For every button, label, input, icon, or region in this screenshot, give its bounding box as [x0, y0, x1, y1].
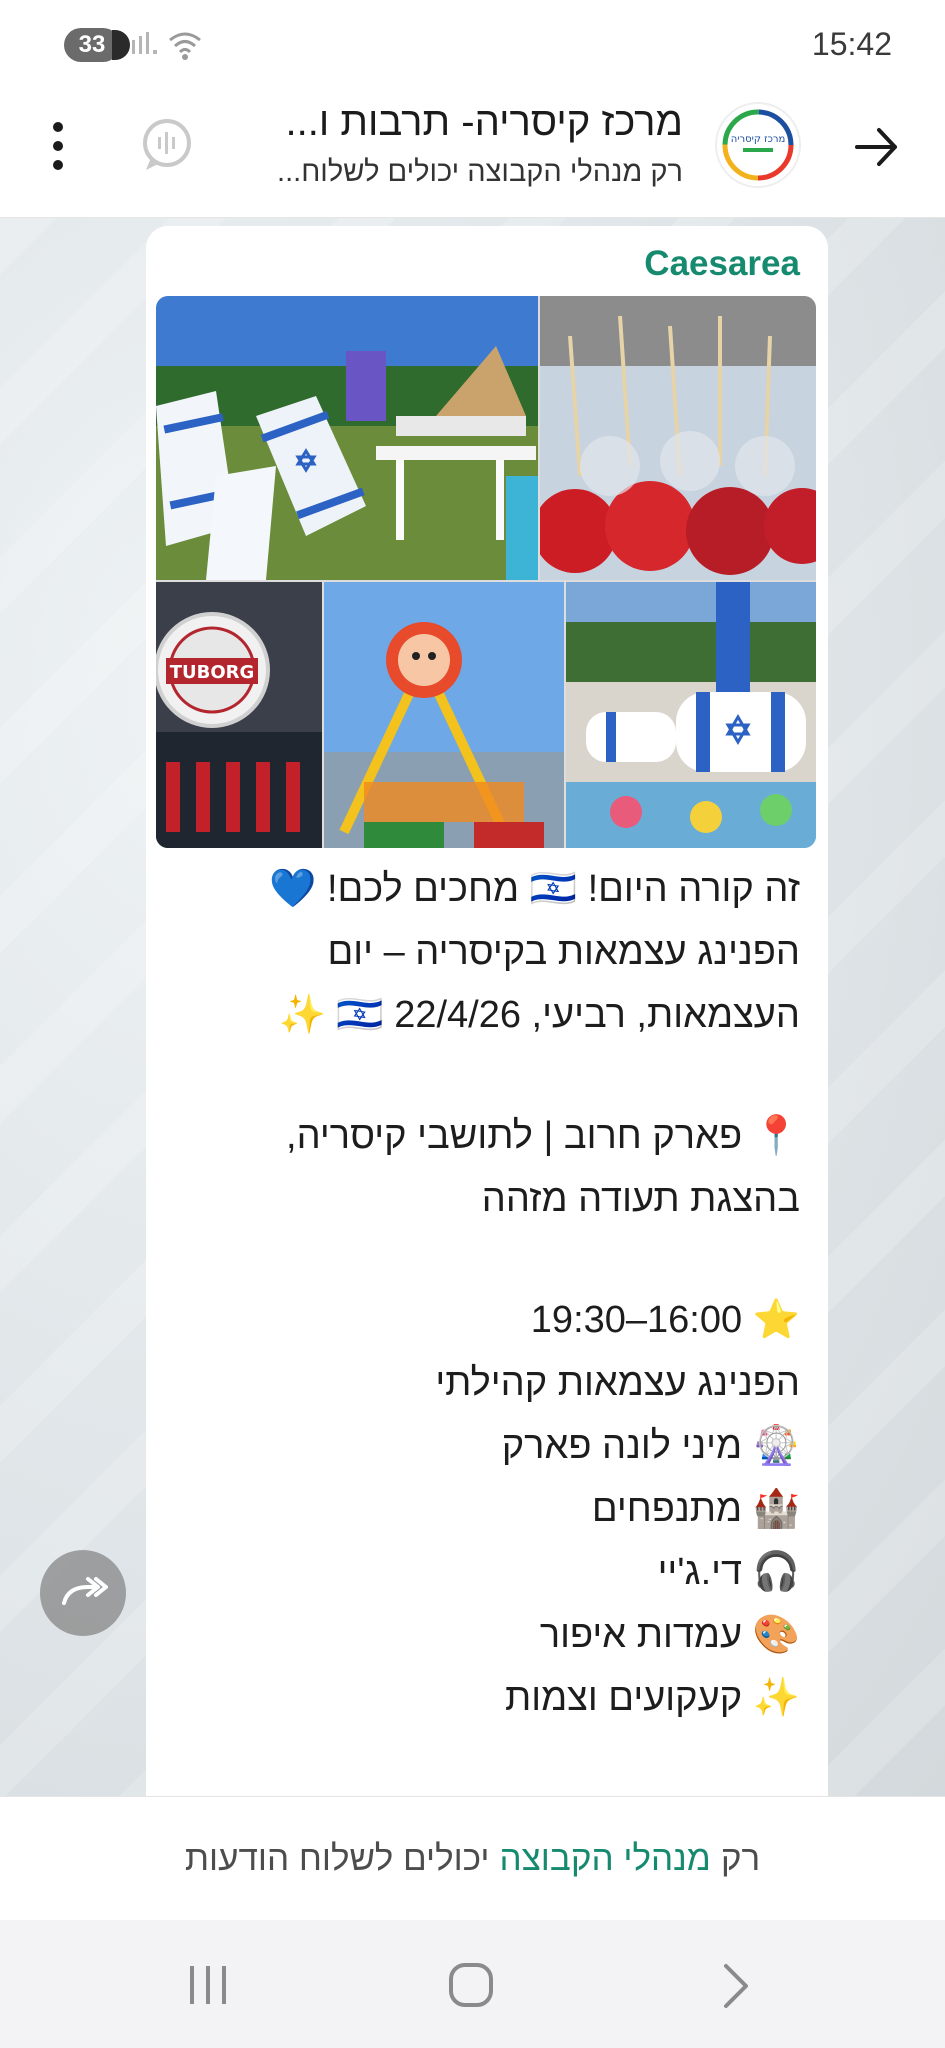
message-line: העצמאות, רביעי, 22/4/26 🇮🇱 ✨: [278, 994, 800, 1036]
message-line: הפנינג עצמאות קהילתי: [435, 1362, 800, 1404]
message-line: 📍 פארק חרוב | לתושבי קיסריה,: [286, 1115, 800, 1157]
message-line: 🎡 מיני לונה פארק: [501, 1425, 800, 1467]
forward-icon: [62, 1577, 108, 1605]
message-text: זה קורה היום! 🇮🇱 מחכים לכם! 💙 הפנינג עצמ…: [180, 858, 800, 1730]
notice-prefix: רק: [720, 1838, 761, 1878]
sender-name[interactable]: Caesarea: [644, 244, 800, 284]
chat-title[interactable]: מרכז קיסריה- תרבות ו...: [223, 100, 683, 145]
chat-area[interactable]: Caesarea TUBORG זה קורה היום! 🇮🇱 מחכים ל…: [0, 218, 945, 1796]
photo-inflatable-hammers[interactable]: [566, 582, 816, 848]
message-line: 🏰 מתנפחים: [591, 1488, 800, 1530]
chat-subtitle: רק מנהלי הקבוצה יכולים לשלוח...: [277, 156, 683, 188]
message-line: בהצגת תעודה מזהה: [481, 1178, 800, 1220]
status-bar: 33 15:42: [0, 0, 945, 92]
nav-back-icon[interactable]: [720, 1962, 752, 2010]
message-line: הפנינג עצמאות בקיסריה – יום: [327, 931, 800, 973]
wifi-icon: [169, 32, 201, 60]
forward-button[interactable]: [40, 1550, 126, 1636]
photo-amusement-ride[interactable]: [324, 582, 564, 848]
battery-indicator: 33: [64, 28, 130, 62]
message-line: ⭐ 16:00–19:30: [530, 1299, 800, 1341]
message-bubble[interactable]: Caesarea TUBORG זה קורה היום! 🇮🇱 מחכים ל…: [146, 226, 828, 1796]
svg-text:TUBORG: TUBORG: [170, 662, 255, 683]
message-line: זה קורה היום! 🇮🇱 מחכים לכם! 💙: [269, 868, 800, 910]
notice-admins-link[interactable]: מנהלי הקבוצה: [500, 1839, 711, 1879]
photo-tuborg-stand[interactable]: TUBORG: [156, 582, 322, 848]
status-time: 15:42: [811, 26, 892, 62]
system-nav-bar: [0, 1920, 945, 2048]
more-vertical-icon[interactable]: [48, 120, 68, 172]
photo-collage[interactable]: TUBORG: [156, 296, 816, 848]
recents-icon[interactable]: [186, 1964, 230, 2006]
home-icon[interactable]: [448, 1962, 494, 2008]
message-line: 🎨 עמדות איפור: [539, 1614, 800, 1656]
arrow-right-icon[interactable]: [847, 118, 905, 176]
message-line: 🎧 די.ג'יי: [657, 1551, 800, 1593]
signal-icon: [132, 32, 157, 54]
caesarea-logo-icon: מרכז קיסריה: [722, 109, 794, 181]
svg-text:מרכז קיסריה: מרכז קיסריה: [731, 134, 786, 145]
group-avatar[interactable]: מרכז קיסריה: [715, 102, 801, 188]
notice-suffix: יכולים לשלוח הודעות: [184, 1838, 490, 1878]
photo-candy-apples[interactable]: [540, 296, 816, 580]
chat-header: מרכז קיסריה מרכז קיסריה- תרבות ו... רק מ…: [0, 92, 945, 218]
message-line: ✨ קעקועים וצמות: [504, 1677, 800, 1719]
photo-flags-tables[interactable]: [156, 296, 538, 580]
admin-only-notice: רק מנהלי הקבוצה יכולים לשלוח הודעות: [0, 1796, 945, 1920]
voice-chat-icon[interactable]: [138, 116, 196, 174]
